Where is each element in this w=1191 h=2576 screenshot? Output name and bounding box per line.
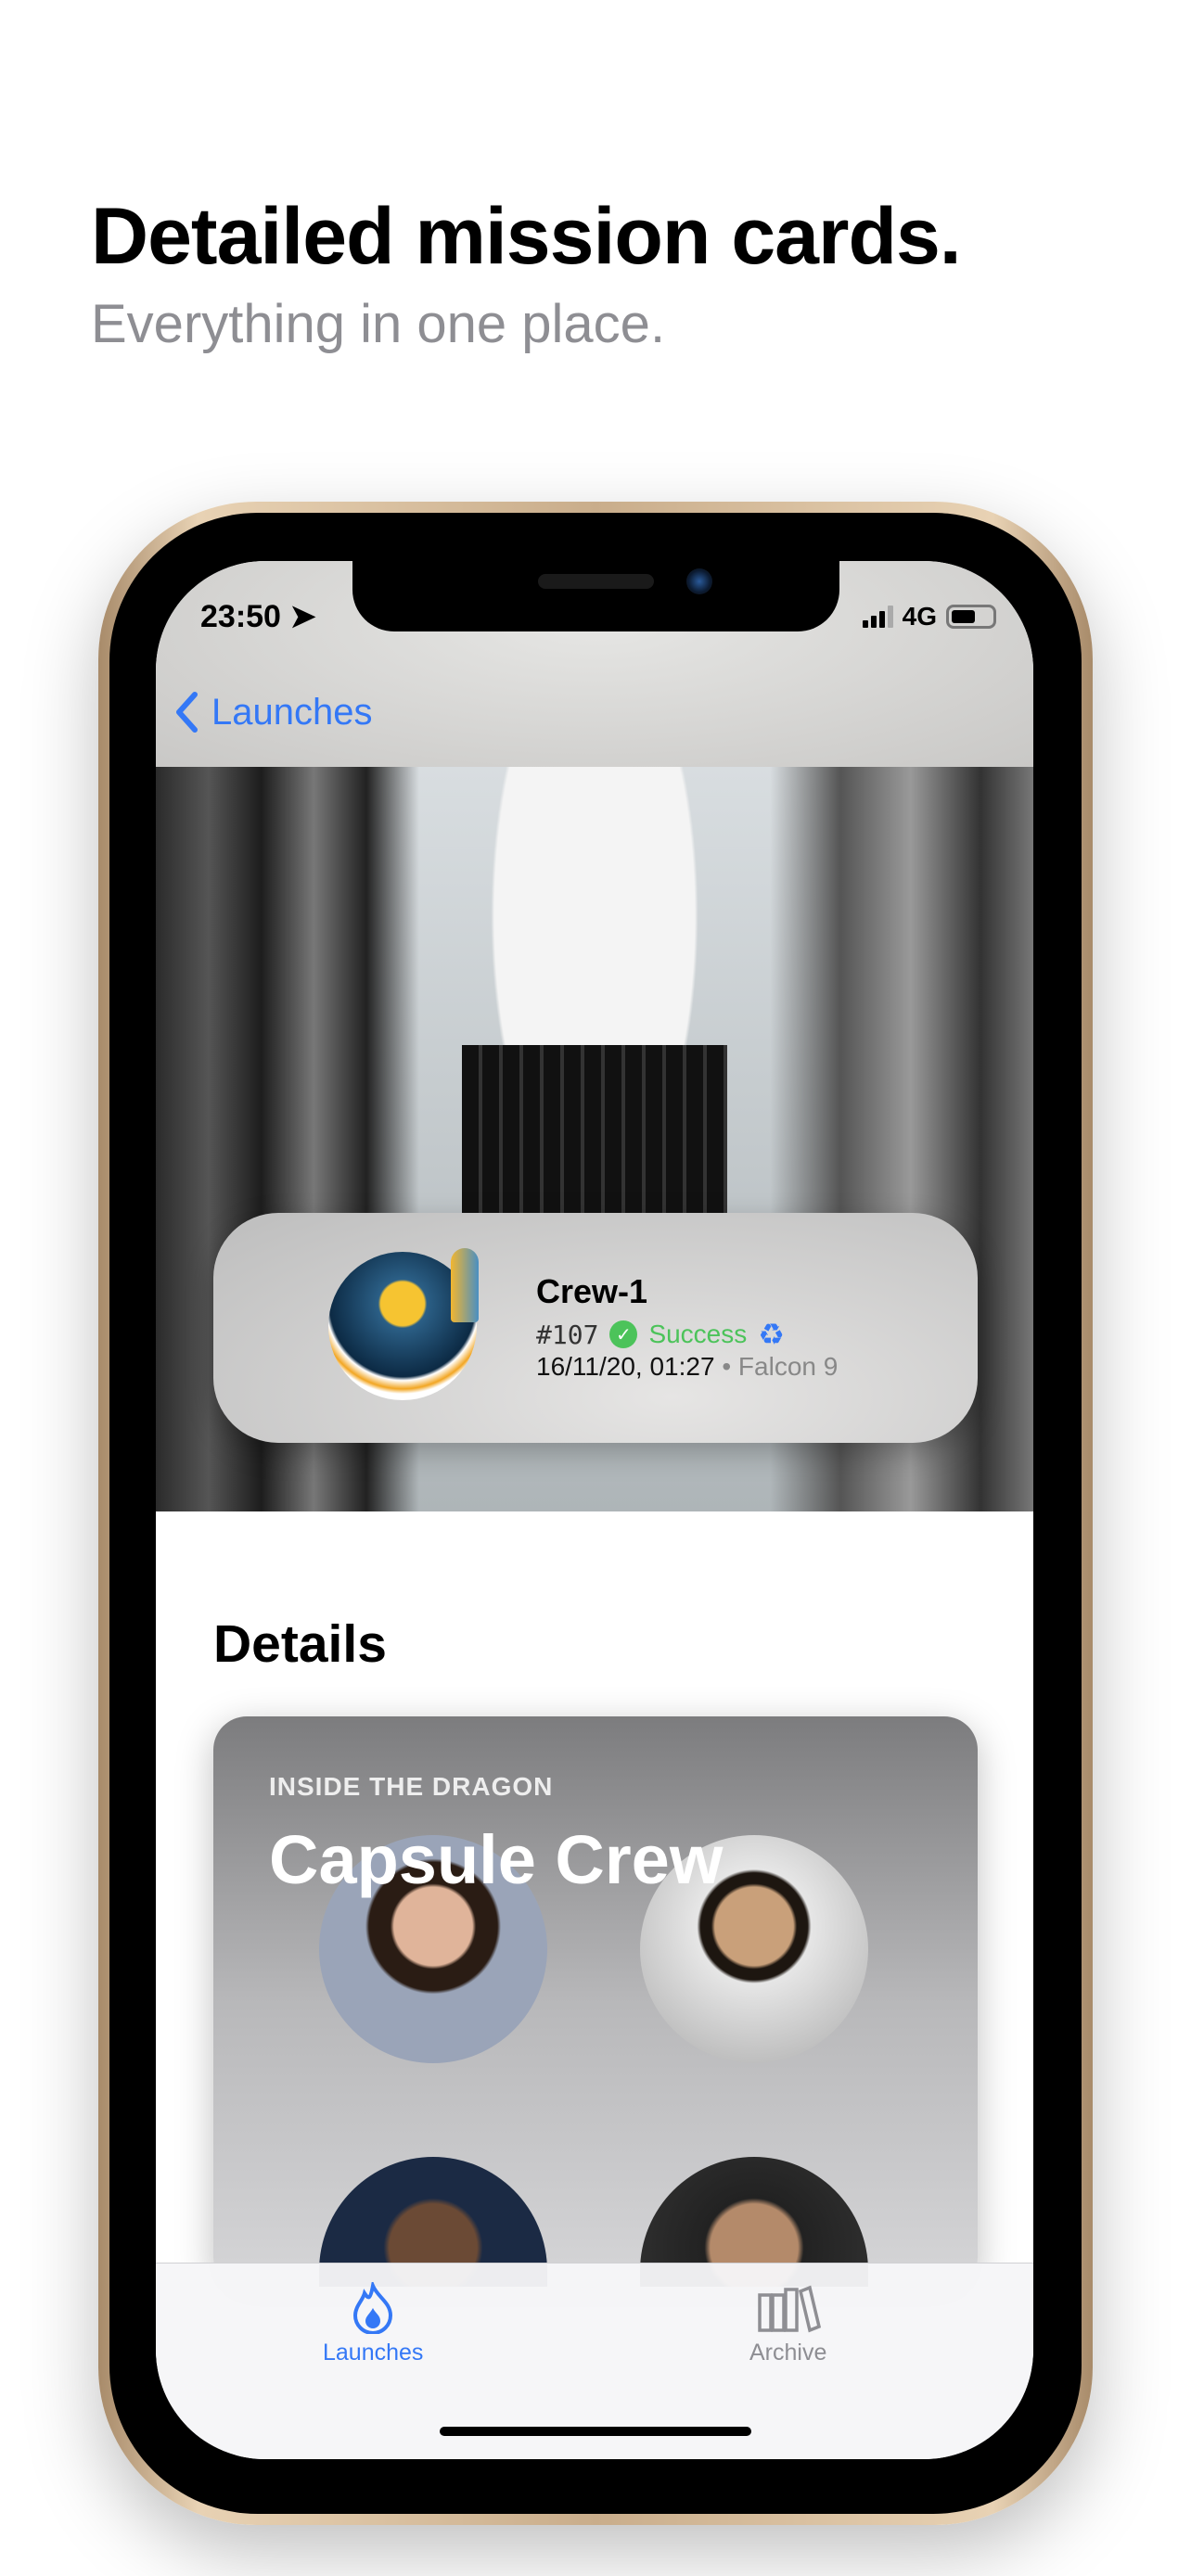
capsule-crew-card[interactable]: INSIDE THE DRAGON Capsule Crew — [213, 1716, 978, 2291]
network-label: 4G — [902, 602, 937, 631]
launch-status: Success — [648, 1320, 748, 1348]
hero-image: Crew-1 #107 ✓ Success ♻ 16/11/20, 01:27 … — [156, 767, 1033, 1511]
books-icon — [757, 2285, 821, 2333]
promo-title: Detailed mission cards. — [91, 192, 962, 281]
signal-icon — [862, 606, 893, 628]
success-badge-icon: ✓ — [609, 1320, 638, 1348]
tab-bar: Launches Archive — [156, 2263, 1033, 2459]
notch — [352, 561, 839, 631]
back-label: Launches — [211, 691, 373, 733]
details-heading: Details — [213, 1614, 387, 1674]
separator: • — [722, 1352, 732, 1381]
reused-recycle-icon: ♻ — [758, 1318, 785, 1351]
tab-launches[interactable]: Launches — [323, 2282, 423, 2366]
location-arrow-icon: ➤ — [289, 599, 316, 634]
launch-date: 16/11/20, 01:27 — [536, 1352, 715, 1381]
card-title: Capsule Crew — [269, 1821, 724, 1898]
card-eyebrow: INSIDE THE DRAGON — [269, 1772, 554, 1801]
back-button[interactable]: Launches — [174, 691, 372, 733]
home-indicator — [440, 2427, 751, 2436]
tab-archive[interactable]: Archive — [749, 2282, 826, 2366]
flame-icon — [353, 2282, 393, 2334]
launch-summary-card[interactable]: Crew-1 #107 ✓ Success ♻ 16/11/20, 01:27 … — [213, 1213, 978, 1443]
launch-number: #107 — [536, 1319, 599, 1350]
tab-label: Archive — [749, 2340, 827, 2366]
rocket-name: Falcon 9 — [737, 1352, 839, 1381]
chevron-left-icon — [176, 692, 198, 733]
app-screen: 23:50 ➤ 4G Launches Crew-1 #107 ✓ Succes… — [156, 561, 1033, 2459]
mission-patch-rocket — [451, 1248, 479, 1322]
launch-name: Crew-1 — [536, 1272, 648, 1310]
phone-frame: 23:50 ➤ 4G Launches Crew-1 #107 ✓ Succes… — [98, 502, 1093, 2525]
promo-subtitle: Everything in one place. — [91, 294, 666, 354]
battery-icon — [946, 605, 996, 629]
tab-label: Launches — [323, 2340, 424, 2366]
status-indicators: 4G — [862, 602, 996, 631]
status-time: 23:50 ➤ — [200, 599, 316, 634]
